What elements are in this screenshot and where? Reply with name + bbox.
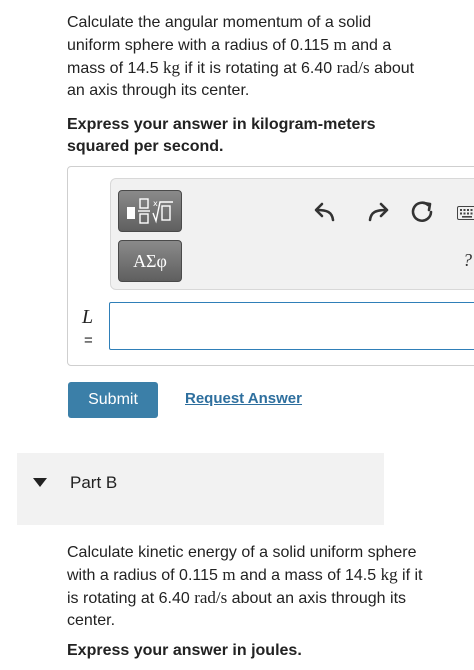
fraction-root-icon: x (127, 198, 173, 224)
unit-rad-per-second: rad/s (194, 588, 228, 607)
caret-down-icon[interactable] (33, 478, 47, 487)
undo-icon[interactable] (314, 201, 338, 223)
part-b-question: Calculate kinetic energy of a solid unif… (67, 542, 427, 632)
request-answer-link[interactable]: Request Answer (185, 390, 302, 407)
answer-input[interactable] (109, 302, 474, 350)
help-icon[interactable]: ? (463, 250, 472, 271)
unit-kilogram: kg (163, 58, 181, 77)
redo-icon[interactable] (365, 201, 389, 223)
question-text: and a mass of 14.5 (235, 567, 381, 584)
unit-kilogram: kg (380, 565, 398, 584)
svg-text:x: x (153, 199, 158, 208)
submit-button[interactable]: Submit (68, 382, 158, 418)
question-text: Calculate the angular momentum of a soli… (67, 14, 372, 54)
templates-button[interactable]: x (118, 190, 182, 232)
part-a-question: Calculate the angular momentum of a soli… (67, 12, 427, 102)
greek-symbols-button[interactable]: ΑΣφ (118, 240, 182, 282)
unit-meter: m (222, 565, 236, 584)
part-b-instruction: Express your answer in joules. (67, 642, 302, 659)
keyboard-icon[interactable] (457, 206, 474, 220)
question-text: if it is rotating at 6.40 (180, 60, 337, 77)
equals-label: = (84, 332, 93, 349)
variable-label: L (82, 306, 94, 328)
part-a-instruction: Express your answer in kilogram-meters s… (67, 116, 376, 155)
part-b-title[interactable]: Part B (70, 473, 117, 493)
unit-rad-per-second: rad/s (336, 58, 370, 77)
reset-icon[interactable] (410, 200, 436, 226)
unit-meter: m (333, 35, 347, 54)
